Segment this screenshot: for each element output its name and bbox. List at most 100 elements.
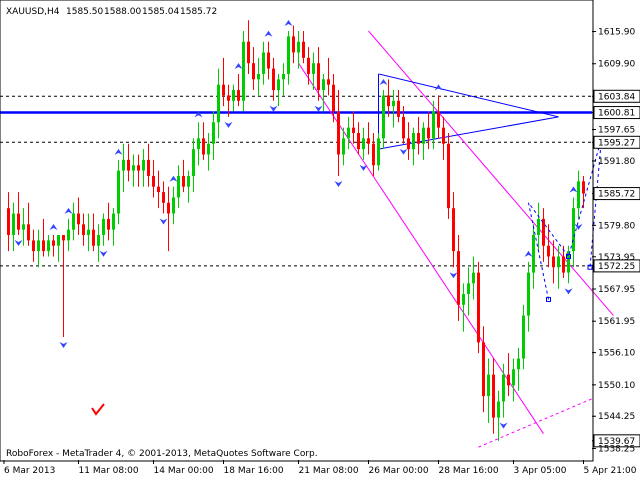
candle-body — [367, 138, 370, 144]
candle-body — [17, 213, 20, 230]
candle-body — [202, 138, 205, 155]
candle-body — [517, 358, 520, 370]
time-tick-label: 5 Apr 21:00 — [584, 466, 637, 476]
candle-body — [557, 256, 560, 268]
candle-body — [532, 235, 535, 273]
candle-body — [227, 95, 230, 101]
time-tick-label: 6 Mar 2013 — [4, 466, 55, 476]
price-tick-label: 1597.65 — [598, 126, 635, 136]
candle-body — [222, 84, 225, 96]
candle-body — [7, 208, 10, 236]
price-tag-label: 1603.84 — [598, 92, 635, 102]
candle-body — [117, 170, 120, 214]
candle-body — [57, 235, 60, 246]
candle-body — [157, 186, 160, 193]
candle-body — [192, 149, 195, 176]
candle-body — [47, 240, 50, 252]
price-tag-label: 1600.81 — [598, 109, 635, 119]
candle-body — [537, 218, 540, 236]
candle-body — [582, 181, 585, 194]
candle-body — [327, 79, 330, 85]
candle-body — [267, 52, 270, 69]
candle-body — [112, 213, 115, 230]
candle-body — [432, 111, 435, 139]
candle-body — [217, 84, 220, 123]
candle-body — [22, 224, 25, 230]
symbol-label: XAUUSD,H4 — [6, 7, 60, 17]
candle-body — [332, 84, 335, 112]
time-tick-label: 14 Mar 00:00 — [154, 466, 214, 476]
candle-body — [97, 235, 100, 246]
candle-body — [402, 116, 405, 139]
price-tick-label: 1579.80 — [598, 221, 635, 231]
candle-body — [382, 95, 385, 139]
time-tick-label: 3 Apr 05:00 — [514, 466, 567, 476]
candle-body — [77, 213, 80, 225]
price-tick-label: 1544.25 — [598, 412, 635, 422]
candle-body — [312, 63, 315, 74]
price-tag-label: 1585.72 — [598, 190, 635, 200]
price-tick-label: 1609.90 — [598, 60, 635, 70]
candle-body — [337, 111, 340, 155]
time-tick-label: 28 Mar 16:00 — [439, 466, 499, 476]
candle-body — [187, 175, 190, 187]
candle-body — [262, 52, 265, 74]
candle-body — [82, 224, 85, 236]
price-chart: 1615.90 1609.90 1603.84 1600.81 1597.65 1595.… — [0, 0, 640, 480]
candle-body — [562, 256, 565, 273]
candle-body — [182, 175, 185, 187]
price-tick-label: 1567.95 — [598, 285, 635, 295]
price-tick-label: 1538.25 — [598, 444, 635, 454]
candle-body — [252, 63, 255, 80]
candle-body — [122, 159, 125, 171]
candle-body — [132, 165, 135, 171]
price-tick-label: 1561.95 — [598, 317, 635, 327]
candle-body — [477, 272, 480, 343]
price-tag-label: 1572.25 — [598, 262, 635, 272]
time-tick-label: 11 Mar 08:00 — [79, 466, 139, 476]
candle-body — [457, 251, 460, 305]
candle-body — [347, 127, 350, 139]
candle-body — [107, 218, 110, 230]
candle-body — [512, 369, 515, 386]
candle-body — [492, 374, 495, 418]
candle-body — [387, 95, 390, 107]
candle-body — [342, 138, 345, 155]
candle-body — [232, 90, 235, 101]
candle-body — [87, 229, 90, 236]
candle-body — [302, 41, 305, 58]
price-tick-label: 1591.80 — [598, 157, 635, 167]
candle-body — [527, 272, 530, 316]
candle-body — [207, 143, 210, 155]
candle-body — [137, 165, 140, 171]
candle-body — [127, 159, 130, 171]
candle-body — [447, 143, 450, 209]
candle-body — [422, 127, 425, 144]
ohlc-close: 1585.72 — [180, 7, 217, 17]
candle-body — [102, 218, 105, 236]
candle-body — [487, 374, 490, 397]
candle-body — [362, 138, 365, 150]
candle-body — [237, 90, 240, 101]
price-tag-label: 1595.27 — [598, 138, 635, 148]
candle-body — [377, 138, 380, 166]
candle-body — [437, 111, 440, 128]
candle-body — [397, 100, 400, 117]
candle-body — [357, 133, 360, 150]
candle-body — [247, 41, 250, 64]
candle-body — [472, 272, 475, 284]
candle-body — [197, 138, 200, 150]
candle-body — [522, 315, 525, 359]
candle-body — [462, 294, 465, 305]
candle-body — [577, 181, 580, 209]
candle-body — [277, 79, 280, 91]
time-tick-label: 21 Mar 08:00 — [299, 466, 359, 476]
candle-body — [552, 256, 555, 268]
candle-body — [572, 208, 575, 252]
candle-body — [52, 240, 55, 246]
copyright-label: RoboForex - MetaTrader 4, © 2001-2013, M… — [6, 449, 318, 459]
candle-body — [507, 374, 510, 386]
candle-body — [62, 235, 65, 241]
candle-body — [392, 100, 395, 107]
ohlc-low: 1585.04 — [142, 7, 179, 17]
